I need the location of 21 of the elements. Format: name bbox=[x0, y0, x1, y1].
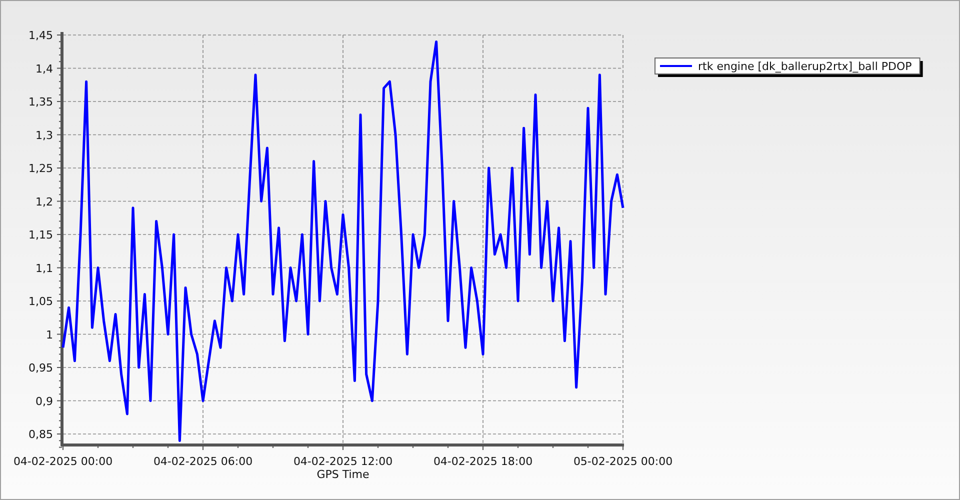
y-tick-label: 0,95 bbox=[28, 362, 53, 374]
x-tick-label: 04-02-2025 06:00 bbox=[153, 455, 253, 468]
y-tick-label: 0,85 bbox=[28, 428, 53, 441]
x-tick-label: 05-02-2025 00:00 bbox=[573, 455, 673, 468]
y-tick-label: 1,35 bbox=[28, 96, 53, 108]
x-tick-label: 04-02-2025 18:00 bbox=[433, 455, 533, 468]
y-tick-label: 1,3 bbox=[36, 128, 53, 142]
y-tick-label: 0,9 bbox=[36, 394, 53, 408]
x-tick-label: 04-02-2025 00:00 bbox=[13, 455, 113, 468]
x-axis-title: GPS Time bbox=[316, 468, 370, 481]
legend-label: rtk engine [dk_ballerup2rtx]_ball PDOP bbox=[698, 60, 912, 73]
y-tick-label: 1,15 bbox=[28, 228, 53, 242]
y-tick-label: 1,45 bbox=[28, 29, 53, 42]
legend-line-icon bbox=[660, 65, 692, 67]
y-tick-label: 1 bbox=[46, 328, 53, 342]
y-tick-label: 1,05 bbox=[28, 295, 53, 308]
y-tick-label: 1,25 bbox=[28, 162, 53, 175]
y-tick-label: 1,2 bbox=[36, 195, 53, 208]
y-tick-label: 1,4 bbox=[36, 62, 53, 76]
y-tick-label: 1,1 bbox=[36, 262, 53, 275]
x-tick-label: 04-02-2025 12:00 bbox=[293, 455, 393, 468]
